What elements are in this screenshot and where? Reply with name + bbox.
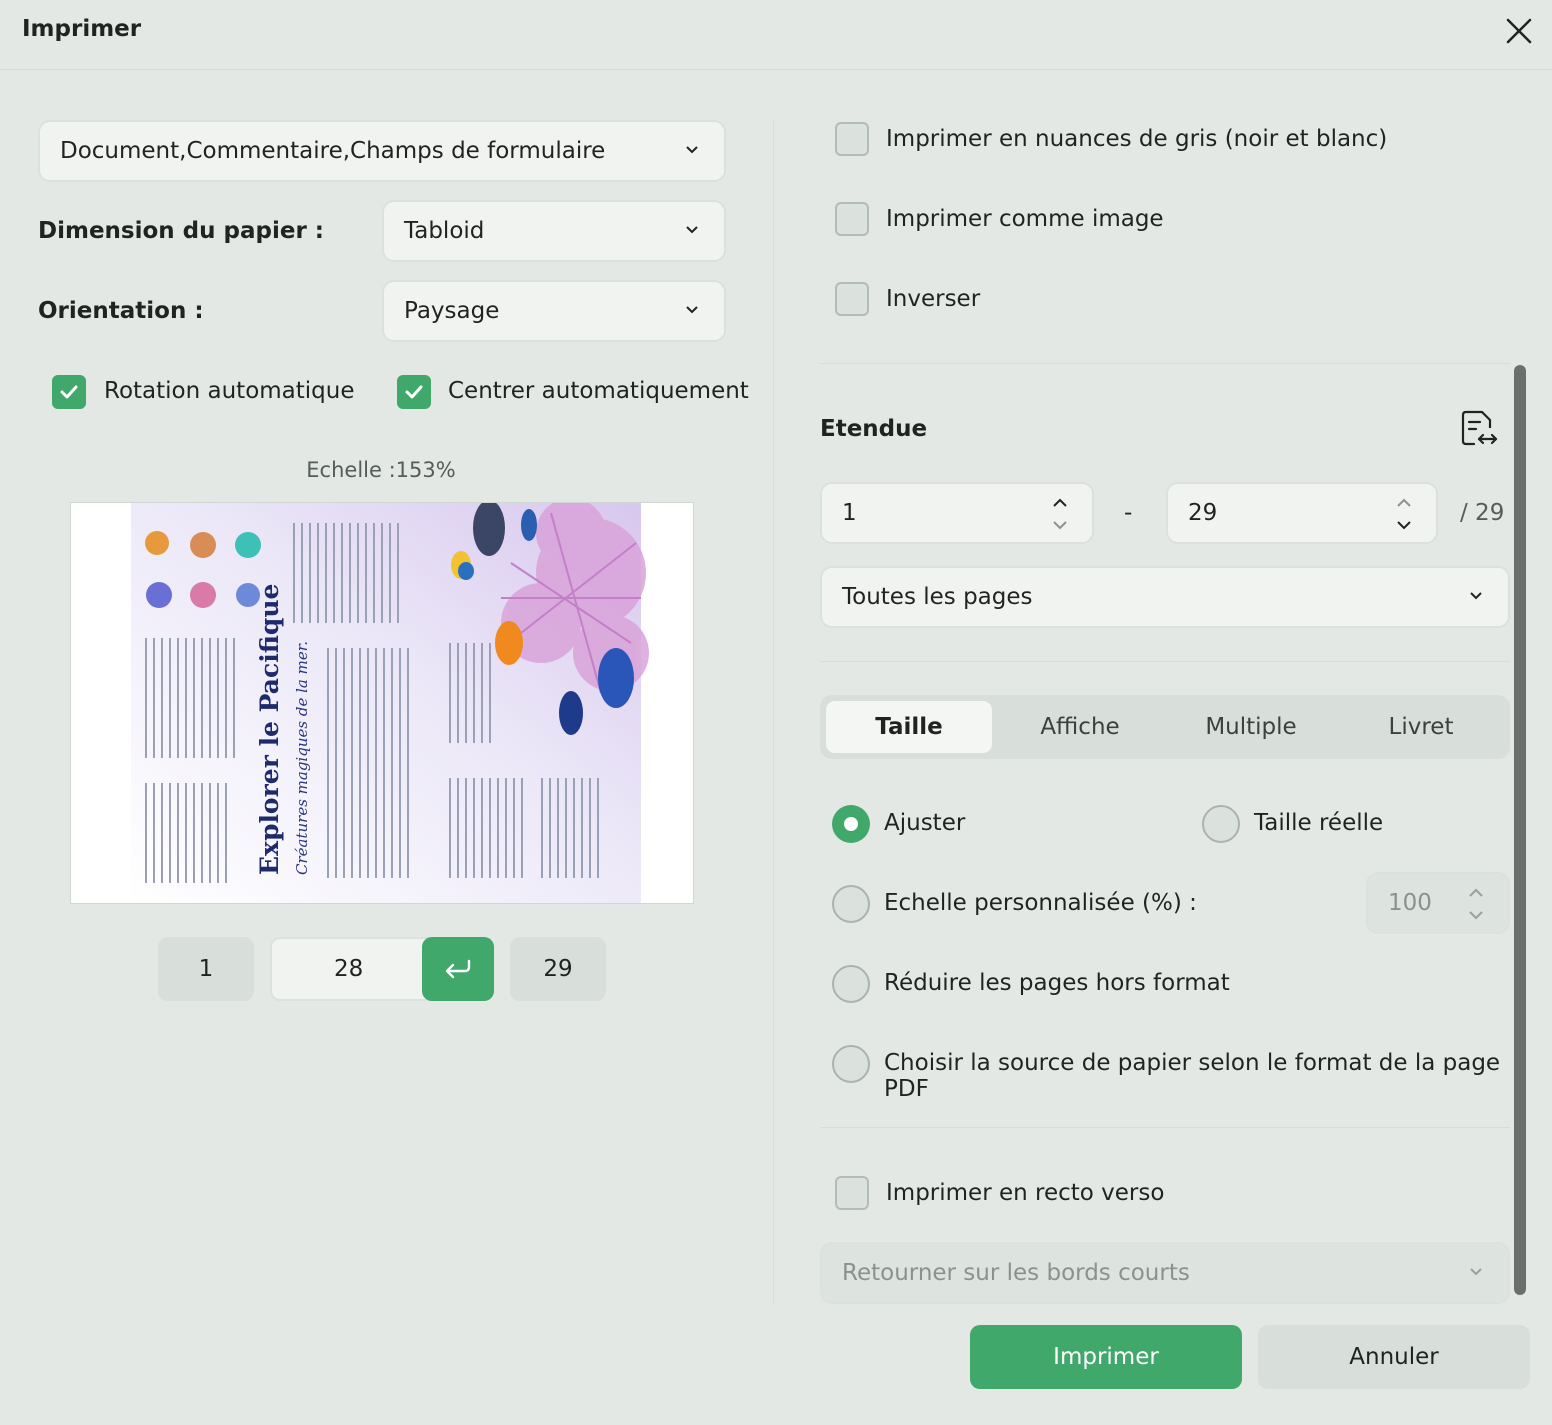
column-divider [773,120,774,1305]
auto-rotate-checkbox[interactable] [52,375,86,409]
last-page-button[interactable]: 29 [510,937,606,1001]
actual-size-radio[interactable] [1202,805,1240,843]
paper-source-radio[interactable] [832,1045,870,1083]
fit-label: Ajuster [884,810,966,836]
print-button[interactable]: Imprimer [970,1325,1242,1389]
spinner-arrows-icon[interactable] [1050,494,1070,534]
flip-edge-select[interactable]: Retourner sur les bords courts [820,1242,1510,1304]
preview-heading: Explorer le Pacifique [255,584,284,875]
chevron-down-icon [1470,1268,1482,1276]
spinner-arrows-icon[interactable] [1394,494,1414,534]
chevron-down-icon [686,146,698,154]
range-to-input[interactable]: 29 [1166,482,1438,544]
custom-scale-radio[interactable] [832,885,870,923]
chevron-down-icon [686,226,698,234]
tab-affiche[interactable]: Affiche [997,701,1163,753]
paper-source-label: Choisir la source de papier selon le for… [884,1050,1501,1102]
scrollbar-thumb[interactable] [1514,365,1526,1295]
paper-size-value: Tabloid [404,218,485,244]
range-total: / 29 [1460,500,1505,526]
range-from-value: 1 [842,500,857,526]
chevron-down-icon [686,306,698,314]
shrink-oversized-radio[interactable] [832,965,870,1003]
range-separator: - [1124,500,1133,526]
page-subset-value: Toutes les pages [842,584,1033,610]
grayscale-checkbox[interactable] [835,122,869,156]
content-select-value: Document,Commentaire,Champs de formulair… [60,138,606,164]
preview-subheading: Créatures magiques de la mer. [293,641,311,875]
tab-taille[interactable]: Taille [826,701,992,753]
custom-scale-input[interactable]: 100 [1366,872,1510,934]
shrink-oversized-label: Réduire les pages hors format [884,970,1230,996]
swap-pages-icon[interactable] [1458,408,1500,450]
tab-livret[interactable]: Livret [1338,701,1504,753]
close-icon[interactable] [1500,12,1538,50]
title-bar: Imprimer [0,0,1552,70]
custom-scale-value: 100 [1388,890,1432,916]
range-from-input[interactable]: 1 [820,482,1094,544]
range-title: Etendue [820,416,928,442]
print-as-image-label: Imprimer comme image [886,206,1164,232]
print-preview: Explorer le Pacifique Créatures magiques… [70,502,694,904]
duplex-label: Imprimer en recto verso [886,1180,1165,1206]
preview-page-image: Explorer le Pacifique Créatures magiques… [131,503,649,903]
section-divider [820,1127,1510,1128]
orientation-select[interactable]: Paysage [382,280,726,342]
auto-center-label: Centrer automatiquement [448,378,749,404]
spinner-arrows-icon[interactable] [1466,884,1486,924]
fit-radio[interactable] [832,805,870,843]
page-subset-select[interactable]: Toutes les pages [820,566,1510,628]
range-to-value: 29 [1188,500,1218,526]
orientation-label: Orientation : [38,298,204,324]
print-as-image-checkbox[interactable] [835,202,869,236]
orientation-value: Paysage [404,298,500,324]
content-select[interactable]: Document,Commentaire,Champs de formulair… [38,120,726,182]
actual-size-label: Taille réelle [1254,810,1384,836]
check-icon [405,385,423,399]
cancel-button[interactable]: Annuler [1258,1325,1530,1389]
scale-indicator: Echelle :153% [306,458,456,482]
paper-size-label: Dimension du papier : [38,218,324,244]
flip-edge-value: Retourner sur les bords courts [842,1260,1190,1286]
enter-arrow-icon [445,959,471,979]
section-divider [820,661,1510,662]
paper-size-select[interactable]: Tabloid [382,200,726,262]
section-divider [820,363,1510,364]
go-to-page-button[interactable] [422,937,494,1001]
first-page-button[interactable]: 1 [158,937,254,1001]
custom-scale-label: Echelle personnalisée (%) : [884,890,1197,916]
chevron-down-icon [1470,592,1482,600]
dialog-title: Imprimer [22,16,142,42]
layout-tabs: Taille Affiche Multiple Livret [820,695,1510,759]
auto-center-checkbox[interactable] [397,375,431,409]
check-icon [60,385,78,399]
duplex-checkbox[interactable] [835,1176,869,1210]
tab-multiple[interactable]: Multiple [1168,701,1334,753]
auto-rotate-label: Rotation automatique [104,378,355,404]
invert-label: Inverser [886,286,981,312]
invert-checkbox[interactable] [835,282,869,316]
grayscale-label: Imprimer en nuances de gris (noir et bla… [886,126,1388,152]
